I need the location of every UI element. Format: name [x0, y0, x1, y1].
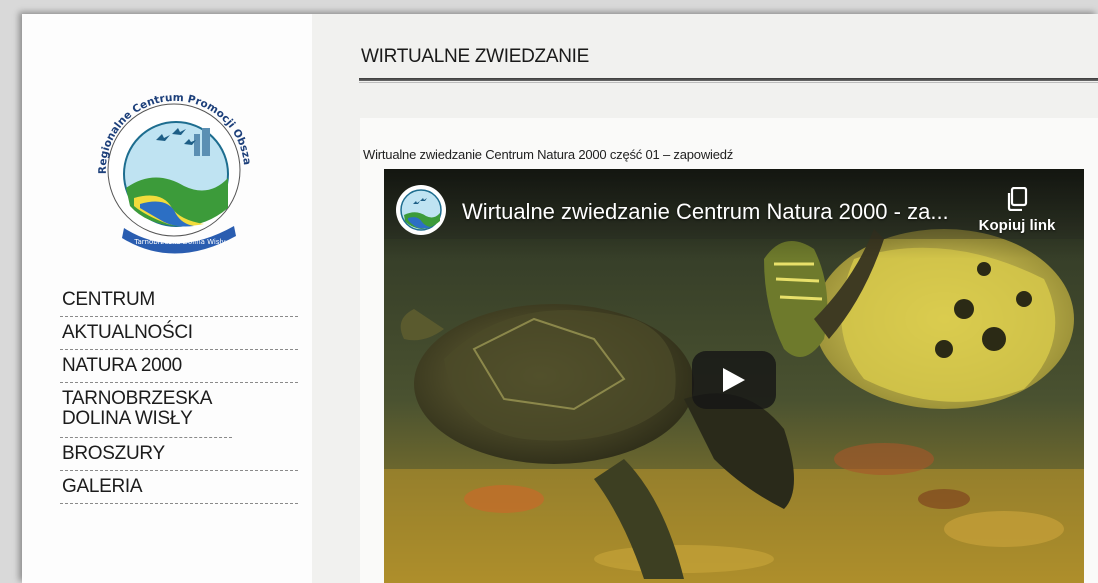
main-content: WIRTUALNE ZWIEDZANIE Wirtualne zwiedzani… — [312, 14, 1098, 583]
site-logo[interactable]: Regionalne Centrum Promocji Obszaru Natu… — [80, 69, 262, 256]
play-button[interactable] — [692, 351, 776, 409]
sidebar: Regionalne Centrum Promocji Obszaru Natu… — [22, 14, 312, 583]
title-divider — [359, 78, 1098, 81]
channel-avatar[interactable] — [396, 185, 446, 235]
video-caption: Wirtualne zwiedzanie Centrum Natura 2000… — [363, 147, 734, 162]
video-player[interactable]: Wirtualne zwiedzanie Centrum Natura 2000… — [384, 169, 1084, 583]
nav-item-galeria[interactable]: GALERIA — [60, 471, 298, 504]
nav-item-tarnobrzeska-dolina-wisly[interactable]: TARNOBRZESKA DOLINA WISŁY — [60, 383, 232, 438]
logo-ribbon-text: Tarnobrzeska Dolina Wisły — [133, 238, 225, 246]
nav-item-natura-2000[interactable]: NATURA 2000 — [60, 350, 298, 383]
nav-item-broszury[interactable]: BROSZURY — [60, 438, 298, 471]
video-title[interactable]: Wirtualne zwiedzanie Centrum Natura 2000… — [462, 199, 949, 225]
play-icon — [723, 368, 745, 392]
main-navigation: CENTRUM AKTUALNOŚCI NATURA 2000 TARNOBRZ… — [60, 284, 298, 504]
page-title: WIRTUALNE ZWIEDZANIE — [361, 46, 589, 67]
copy-icon — [1007, 187, 1028, 211]
copy-link-label: Kopiuj link — [978, 217, 1056, 234]
browser-frame: Regionalne Centrum Promocji Obszaru Natu… — [22, 14, 1098, 583]
copy-link-button[interactable]: Kopiuj link — [972, 187, 1062, 234]
title-divider-shadow — [359, 82, 1098, 83]
nav-item-centrum[interactable]: CENTRUM — [60, 284, 298, 317]
nav-item-aktualnosci[interactable]: AKTUALNOŚCI — [60, 317, 298, 350]
